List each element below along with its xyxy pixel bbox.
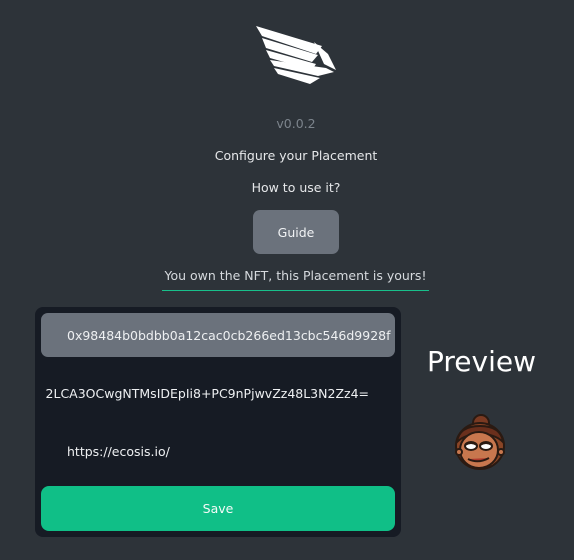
guide-button[interactable]: Guide bbox=[253, 210, 339, 254]
save-button[interactable]: Save bbox=[41, 486, 395, 531]
key-field[interactable]: 2LCA3OCwgNTMsIDEpIi8+PC9nPjwvZz48L3N2Zz4… bbox=[41, 371, 395, 415]
key-value: 2LCA3OCwgNTMsIDEpIi8+PC9nPjwvZz48L3N2Zz4… bbox=[45, 385, 369, 401]
address-field[interactable]: 0x98484b0bdbb0a12cac0cb266ed13cbc546d992… bbox=[41, 313, 395, 357]
preview-title: Preview bbox=[427, 345, 536, 378]
url-value: https://ecosis.io/ bbox=[67, 443, 170, 459]
version-label: v0.0.2 bbox=[276, 116, 316, 131]
configure-heading: Configure your Placement bbox=[214, 148, 378, 163]
avatar-icon bbox=[455, 414, 505, 470]
ownership-status: You own the NFT, this Placement is yours… bbox=[162, 268, 429, 291]
address-value: 0x98484b0bdbb0a12cac0cb266ed13cbc546d992… bbox=[67, 327, 391, 343]
howto-text: How to use it? bbox=[251, 180, 341, 195]
url-field[interactable]: https://ecosis.io/ bbox=[41, 429, 395, 473]
wing-logo-icon bbox=[256, 26, 336, 84]
